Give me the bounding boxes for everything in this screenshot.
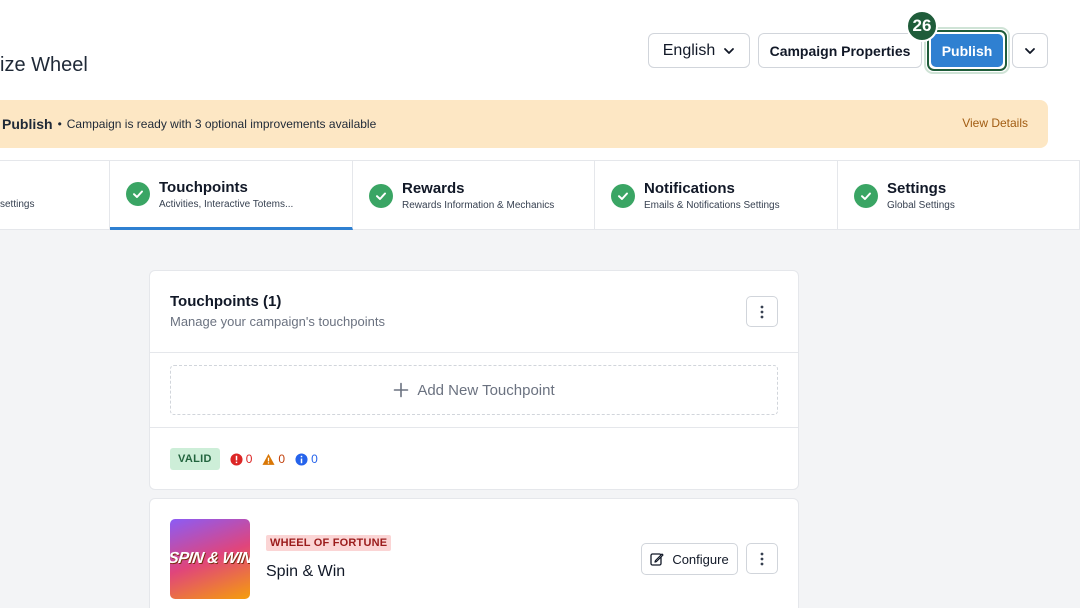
check-circle-icon [126, 182, 150, 206]
publish-button[interactable]: Publish [931, 34, 1003, 67]
publish-button-focus-ring: Publish [924, 27, 1010, 74]
step-number-badge: 26 [906, 10, 938, 42]
tab-notifications[interactable]: Notifications Emails & Notifications Set… [595, 161, 838, 230]
view-details-link[interactable]: View Details [962, 116, 1028, 130]
tab-title: Touchpoints [159, 178, 248, 196]
campaign-steps-tabs: settings Touchpoints Activities, Interac… [0, 160, 1080, 230]
tab-title: Settings [887, 180, 947, 197]
card-header: Touchpoints (1) Manage your campaign's t… [150, 271, 798, 353]
add-touchpoint-area: Add New Touchpoint [150, 353, 798, 428]
add-touchpoint-button[interactable]: Add New Touchpoint [170, 365, 778, 415]
error-icon [230, 452, 243, 466]
check-circle-icon [369, 183, 393, 208]
language-select[interactable]: English [648, 33, 750, 68]
touchpoint-thumbnail: SPIN & WIN [170, 519, 250, 599]
publish-status-banner: Publish • Campaign is ready with 3 optio… [0, 100, 1048, 148]
tab-subtitle: settings [0, 199, 35, 210]
more-vertical-icon [760, 552, 764, 565]
info-count-value: 0 [311, 452, 318, 466]
info-count: 0 [295, 452, 318, 466]
banner-message: Campaign is ready with 3 optional improv… [66, 117, 377, 131]
tab-subtitle: Emails & Notifications Settings [644, 200, 780, 211]
banner-title: Publish [2, 116, 53, 132]
banner-separator: • [57, 117, 62, 131]
warning-count-value: 0 [278, 452, 286, 466]
more-vertical-icon [760, 305, 764, 318]
warning-count: 0 [262, 452, 285, 466]
touchpoint-name: Spin & Win [266, 563, 346, 580]
error-count: 0 [230, 452, 253, 466]
card-subtitle: Manage your campaign's touchpoints [170, 314, 385, 329]
info-icon [295, 452, 308, 466]
chevron-down-icon [724, 47, 735, 54]
tab-rewards[interactable]: Rewards Rewards Information & Mechanics [353, 161, 595, 230]
tab-title: Notifications [644, 180, 735, 197]
page-title: ize Wheel [0, 54, 88, 76]
add-touchpoint-label: Add New Touchpoint [417, 381, 555, 399]
tab-general[interactable]: settings [0, 161, 110, 230]
tab-settings[interactable]: Settings Global Settings [838, 161, 1080, 230]
tab-touchpoints[interactable]: Touchpoints Activities, Interactive Tote… [110, 161, 353, 230]
thumbnail-text: SPIN & WIN [170, 550, 250, 567]
check-circle-icon [854, 183, 878, 208]
configure-label: Configure [672, 551, 729, 567]
language-label: English [662, 41, 716, 59]
valid-badge: VALID [170, 448, 220, 470]
edit-icon [650, 553, 664, 566]
warning-icon [262, 453, 275, 465]
card-title: Touchpoints (1) [170, 293, 282, 310]
touchpoints-card: Touchpoints (1) Manage your campaign's t… [149, 270, 799, 490]
tab-subtitle: Activities, Interactive Totems... [159, 198, 294, 210]
card-menu-button[interactable] [746, 296, 778, 327]
validation-status-row: VALID 0 0 0 [150, 428, 798, 490]
touchpoint-type-badge: WHEEL OF FORTUNE [266, 535, 392, 551]
error-count-value: 0 [245, 452, 253, 466]
campaign-properties-button[interactable]: Campaign Properties [758, 33, 922, 68]
publish-button-outline: Publish [927, 30, 1007, 71]
chevron-down-icon [1025, 47, 1035, 54]
configure-button[interactable]: Configure [641, 543, 738, 575]
tab-subtitle: Global Settings [887, 200, 955, 211]
tab-title: Rewards [402, 180, 465, 197]
plus-icon [394, 382, 409, 398]
touchpoint-item-card: SPIN & WIN WHEEL OF FORTUNE Spin & Win C… [149, 498, 799, 608]
top-bar: ize Wheel English Campaign Properties Pu… [0, 0, 1080, 160]
publish-options-button[interactable] [1012, 33, 1048, 68]
check-circle-icon [611, 183, 635, 208]
touchpoint-menu-button[interactable] [746, 543, 778, 574]
tab-subtitle: Rewards Information & Mechanics [402, 200, 555, 211]
